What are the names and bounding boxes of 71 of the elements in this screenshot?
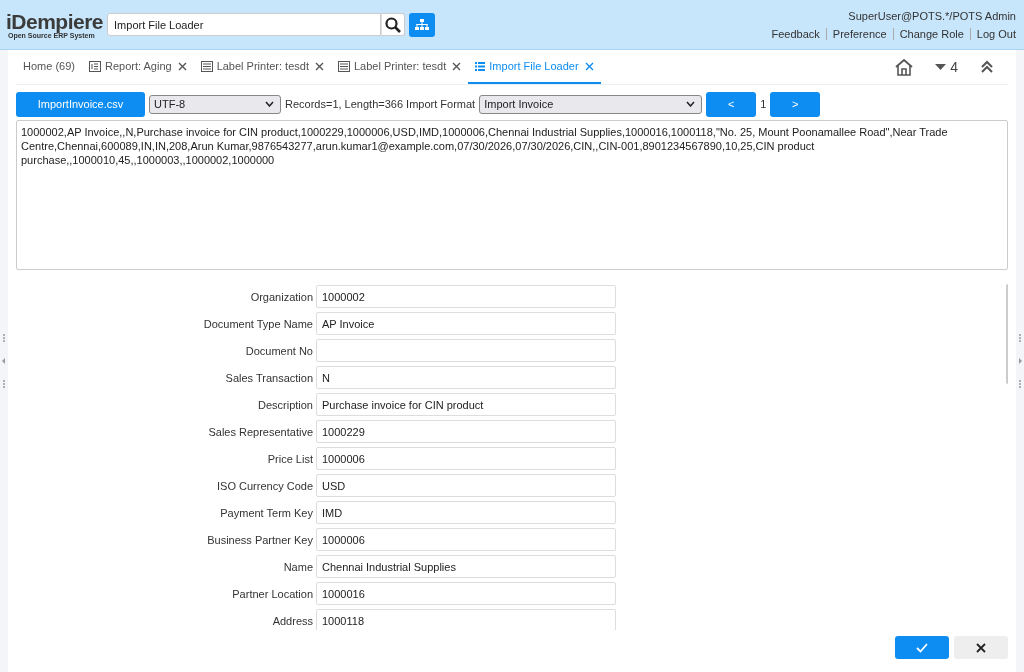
tab-list-dropdown[interactable]: 4 [935, 59, 958, 75]
home-icon[interactable] [895, 58, 914, 76]
field-label: Sales Transaction [224, 371, 313, 384]
input-field[interactable]: 1000002 [316, 285, 616, 308]
field-label: Payment Term Key [219, 506, 313, 519]
chevron-icon [265, 101, 274, 107]
close-icon[interactable] [177, 61, 187, 71]
field-label: Partner Location [231, 587, 313, 600]
field-label: Name [282, 560, 313, 573]
charset-dropdown[interactable]: UTF-8 [149, 94, 281, 114]
close-icon[interactable] [452, 61, 462, 71]
form-icon [200, 60, 213, 72]
report-icon [88, 60, 101, 72]
input-field[interactable]: Chennai Industrial Supplies [316, 555, 616, 578]
input-field[interactable]: 1000006 [316, 447, 616, 470]
collapse-handle[interactable] [0, 50, 8, 672]
field-label: ISO Currency Code [216, 479, 313, 492]
records-info: Records=1, Length=366 Import Format [285, 98, 476, 110]
tab-label: Home (69) [23, 60, 75, 72]
input-field[interactable]: USD [316, 474, 616, 497]
field-label: Description [256, 398, 313, 411]
tab[interactable]: Label Printer: tesdt [193, 50, 331, 84]
field-label: Address [271, 614, 313, 627]
input-field[interactable]: IMD [316, 501, 616, 524]
close-icon [976, 642, 986, 653]
tab-label: Report: Aging [104, 60, 172, 72]
tab-count: 4 [950, 59, 958, 75]
header-link[interactable]: Change Role [892, 27, 970, 40]
list-icon [475, 61, 486, 71]
cancel-button[interactable] [954, 636, 1008, 659]
sitemap-icon [415, 18, 430, 31]
field-label: Document No [244, 344, 313, 357]
form-icon [337, 60, 350, 72]
tab-label: Label Printer: tesdt [216, 60, 309, 72]
tab[interactable]: Home (69) [16, 50, 82, 84]
field-label: Sales Representative [207, 425, 313, 438]
tab[interactable]: Import File Loader [468, 50, 601, 84]
ok-button[interactable] [895, 636, 949, 659]
field-label: Document Type Name [202, 317, 313, 330]
user-role-label: SuperUser@POTS.*/POTS Admin [848, 9, 1016, 22]
field-label: Price List [266, 452, 313, 465]
tab[interactable]: Label Printer: tesdt [330, 50, 469, 84]
tab-label: Import File Loader [489, 60, 579, 72]
close-icon[interactable] [314, 61, 324, 71]
record-number: 1 [760, 98, 767, 110]
search-button[interactable] [381, 13, 406, 36]
input-field[interactable]: AP Invoice [316, 312, 616, 335]
caret-icon [935, 64, 947, 70]
collapse-handle[interactable] [1016, 50, 1024, 672]
field-label: Business Partner Key [206, 533, 313, 546]
header-link[interactable]: Feedback [765, 27, 826, 40]
input-field[interactable]: 1000118 [316, 609, 616, 630]
input-field[interactable]: Purchase invoice for CIN product [316, 393, 616, 416]
logo-text: iDempiere [6, 10, 104, 32]
raw-data-field[interactable]: 1000002,AP Invoice,,N,Purchase invoice for CIN product,1000229,1000006,USD,IMD,1000006,Chennai Industrial Supplies,1000016,1000118,"No. 25, Mount Poonamallee Road",Near Trade Centre,Chennai,600089,IN,IN,208,Arun Kumar,9876543277,arun.kumar1@example.com,07/30/2026,07/30/2026,CIN,,CIN-001,8901234567890,10,25,CIN product purchase,,1000010,45,,1000003,,1000002,1000000 [16, 120, 1008, 270]
field-label: Organization [249, 290, 313, 303]
header-link[interactable]: Log Out [969, 27, 1016, 40]
tab[interactable]: Report: Aging [81, 50, 194, 84]
input-field[interactable]: 1000016 [316, 582, 616, 605]
input-field[interactable]: N [316, 366, 616, 389]
tab-label: Label Printer: tesdt [353, 60, 447, 72]
header-link[interactable]: Preference [825, 27, 893, 40]
collapse-icon[interactable] [980, 60, 994, 74]
format-dropdown[interactable]: Import Invoice [479, 94, 703, 114]
chevron-icon [686, 101, 696, 107]
search-field[interactable]: Import File Loader [107, 13, 382, 36]
check-icon [916, 642, 928, 653]
input-field[interactable]: 1000006 [316, 528, 616, 551]
input-field[interactable]: 1000229 [316, 420, 616, 443]
close-icon[interactable] [584, 61, 594, 71]
input-field[interactable] [316, 339, 616, 362]
